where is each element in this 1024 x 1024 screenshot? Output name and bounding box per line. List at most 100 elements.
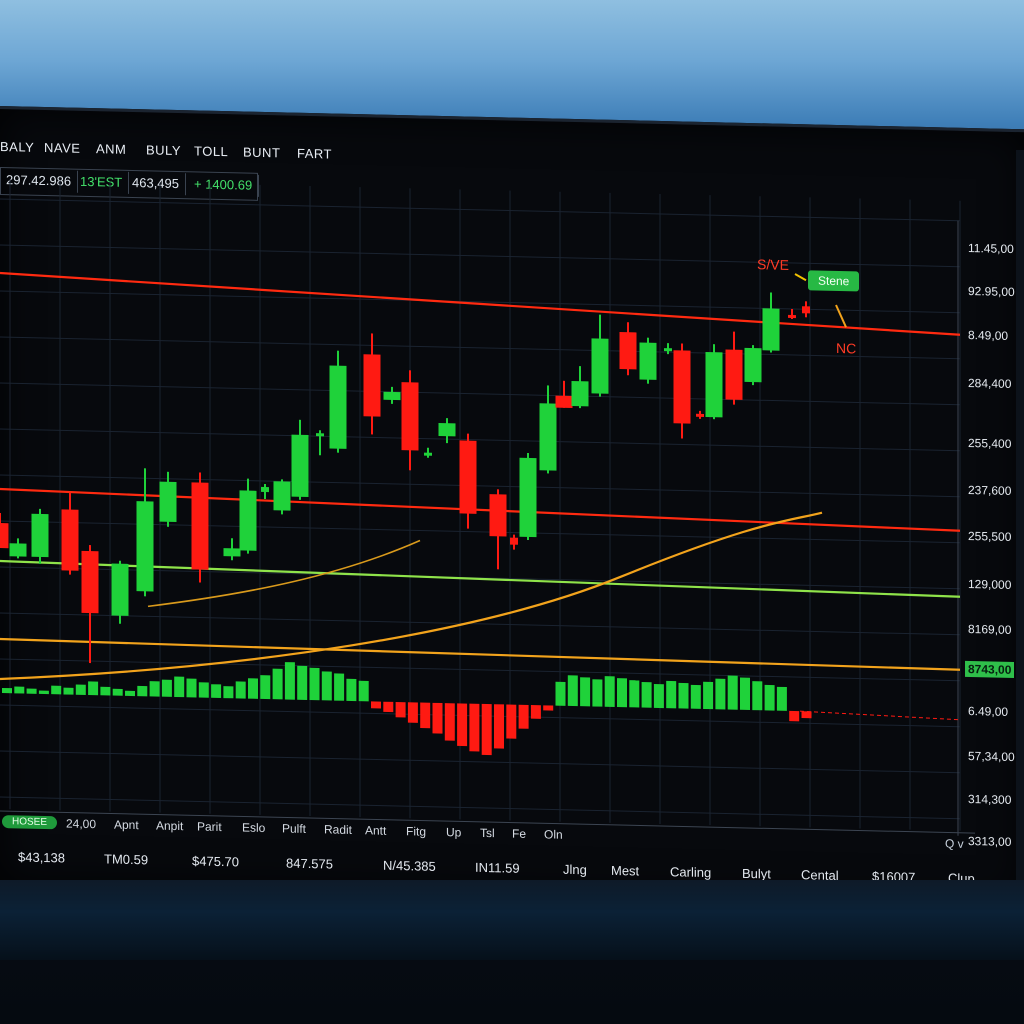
candle-body bbox=[316, 433, 324, 437]
volume-bar bbox=[715, 678, 726, 710]
time-axis-label: 24,00 bbox=[66, 816, 97, 832]
volume-bar bbox=[518, 704, 529, 729]
price-tick-label: 6.49,00 bbox=[968, 703, 1009, 719]
status-item: TM0.59 bbox=[104, 851, 149, 868]
status-item: $475.70 bbox=[192, 853, 239, 870]
volume-bar bbox=[358, 680, 369, 702]
price-tick-label: 284,400 bbox=[968, 375, 1012, 391]
volume-bar bbox=[727, 675, 738, 710]
volume-bar bbox=[764, 684, 775, 711]
candlestick-chart[interactable] bbox=[0, 109, 1024, 872]
volume-bar bbox=[653, 684, 664, 709]
candle-body bbox=[111, 563, 129, 616]
status-item: Carling bbox=[670, 864, 712, 881]
search-control[interactable]: Q v bbox=[945, 836, 964, 850]
time-axis-label: Up bbox=[446, 825, 462, 840]
volume-bar bbox=[223, 686, 234, 699]
mc-arrow bbox=[835, 304, 847, 328]
volume-bar bbox=[198, 682, 209, 698]
volume-bar bbox=[420, 702, 431, 729]
volume-bar bbox=[334, 673, 345, 701]
reference-line-base bbox=[0, 637, 961, 671]
grid-line-horizontal bbox=[0, 750, 960, 774]
volume-bar bbox=[469, 703, 480, 752]
volume-bar bbox=[38, 690, 49, 695]
grid-line-horizontal bbox=[0, 382, 960, 406]
candle-body bbox=[273, 481, 291, 511]
time-axis-label: Parit bbox=[197, 819, 222, 835]
volume-bar bbox=[26, 688, 37, 694]
volume-bar bbox=[248, 678, 258, 699]
hosee-pill[interactable]: HOSEE bbox=[2, 815, 58, 830]
volume-bar bbox=[260, 675, 271, 700]
price-tick-label: 8.49,00 bbox=[968, 327, 1009, 343]
volume-bar bbox=[75, 684, 86, 695]
volume-bar bbox=[125, 690, 135, 697]
volume-bar bbox=[63, 687, 74, 695]
candle-body bbox=[664, 348, 672, 352]
volume-bar bbox=[457, 703, 468, 747]
volume-bar bbox=[161, 679, 172, 697]
time-axis-label: Fe bbox=[512, 826, 527, 841]
price-tick-label: 237,600 bbox=[968, 482, 1012, 498]
candle-body bbox=[329, 365, 347, 449]
volume-bar bbox=[100, 686, 111, 696]
candle-body bbox=[619, 332, 637, 370]
candle-body bbox=[9, 543, 27, 557]
volume-bar bbox=[395, 701, 406, 718]
candle-body bbox=[539, 403, 557, 471]
candle-body bbox=[673, 350, 691, 424]
volume-bar bbox=[432, 702, 443, 734]
price-tick-label: 129,000 bbox=[968, 576, 1012, 592]
time-axis-label: Antt bbox=[365, 823, 387, 838]
candle-body bbox=[519, 457, 537, 538]
grid-line-horizontal bbox=[0, 198, 960, 222]
volume-bar bbox=[235, 681, 246, 699]
volume-bar bbox=[629, 680, 640, 708]
price-tick-label: 255,500 bbox=[968, 528, 1012, 544]
candle-body bbox=[261, 486, 269, 493]
volume-bar bbox=[543, 705, 554, 711]
volume-bar bbox=[617, 678, 627, 708]
volume-bar bbox=[580, 677, 591, 707]
time-axis-label: Tsl bbox=[480, 825, 495, 841]
status-item: N/45.385 bbox=[383, 857, 436, 874]
time-axis-label: Radit bbox=[324, 822, 353, 837]
volume-bar bbox=[801, 711, 812, 719]
volume-bar bbox=[567, 675, 578, 707]
volume-bar bbox=[666, 680, 677, 709]
volume-bar bbox=[174, 676, 185, 698]
price-tick-label: 11.45,00 bbox=[968, 240, 1014, 257]
status-item: IN11.59 bbox=[475, 859, 520, 876]
status-item: Jlng bbox=[563, 861, 587, 878]
volume-bar bbox=[703, 681, 714, 710]
grid-line-horizontal bbox=[0, 244, 960, 268]
monitor-bezel bbox=[0, 880, 1024, 960]
volume-bar bbox=[272, 668, 283, 700]
volume-bar bbox=[309, 667, 320, 701]
candle-body bbox=[762, 308, 780, 351]
grid-line-horizontal bbox=[0, 704, 960, 728]
volume-bar bbox=[752, 681, 763, 711]
current-price-label: 8743,00 bbox=[965, 660, 1015, 679]
candle-body bbox=[401, 382, 419, 451]
volume-bar bbox=[641, 682, 652, 708]
grid-line-horizontal bbox=[0, 290, 960, 314]
price-tick-label: 314,300 bbox=[968, 791, 1012, 807]
monitor-scene: BALY NAVE ANM BULY TOLL BUNT FART 297.42.986 13… bbox=[0, 0, 1024, 1024]
candle-body bbox=[788, 314, 796, 319]
candle-body bbox=[424, 452, 432, 456]
volume-bar bbox=[284, 662, 295, 700]
volume-bar bbox=[321, 671, 332, 701]
candle-body bbox=[0, 522, 9, 549]
stone-tag[interactable]: Stene bbox=[808, 270, 860, 292]
volume-bar bbox=[383, 701, 394, 713]
volume-bar bbox=[14, 686, 25, 694]
status-item: 847.575 bbox=[286, 855, 333, 872]
price-tick-label: 8169,00 bbox=[968, 621, 1012, 637]
volume-bar bbox=[186, 678, 197, 698]
volume-bar bbox=[346, 678, 357, 702]
volume-bar bbox=[592, 679, 603, 707]
candle-body bbox=[705, 352, 723, 418]
candle-body bbox=[31, 513, 49, 558]
